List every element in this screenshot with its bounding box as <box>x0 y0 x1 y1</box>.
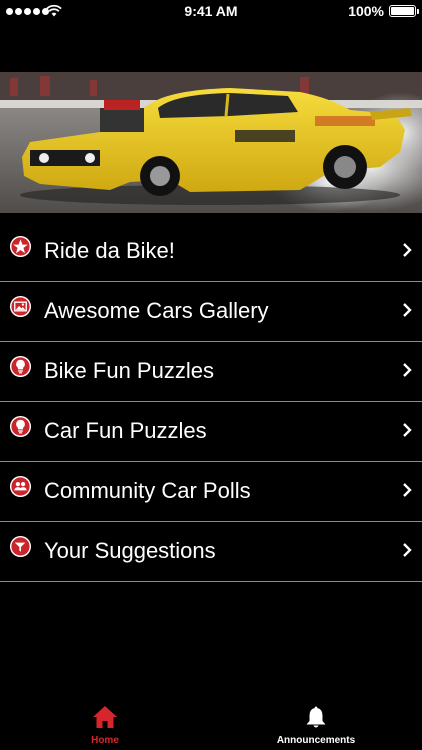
chevron-right-icon <box>403 303 412 317</box>
chevron-right-icon <box>403 243 412 257</box>
lightbulb-icon <box>9 355 32 378</box>
tab-home-label: Home <box>91 735 119 746</box>
menu-item-label: Ride da Bike! <box>44 238 175 263</box>
menu-item-community-car-polls[interactable]: Community Car Polls <box>0 462 422 522</box>
tab-home[interactable]: Home <box>70 696 140 750</box>
chevron-right-icon <box>403 483 412 497</box>
menu-item-awesome-cars-gallery[interactable]: Awesome Cars Gallery <box>0 282 422 342</box>
home-icon <box>93 706 117 728</box>
menu-item-label: Your Suggestions <box>44 538 216 563</box>
tab-announcements-label: Announcements <box>276 735 356 746</box>
menu-item-ride-da-bike[interactable]: Ride da Bike! <box>0 222 422 282</box>
battery-icon <box>389 5 419 17</box>
menu-item-car-fun-puzzles[interactable]: Car Fun Puzzles <box>0 402 422 462</box>
menu-item-your-suggestions[interactable]: Your Suggestions <box>0 522 422 582</box>
chevron-right-icon <box>403 543 412 557</box>
menu-item-label: Bike Fun Puzzles <box>44 358 214 383</box>
battery-percentage: 100% <box>348 3 384 19</box>
chevron-right-icon <box>403 423 412 437</box>
megaphone-icon <box>9 535 32 558</box>
hero-image <box>0 72 422 213</box>
gallery-icon <box>9 295 32 318</box>
star-icon <box>9 235 32 258</box>
menu-item-label: Awesome Cars Gallery <box>44 298 269 323</box>
main-menu: Ride da Bike! Awesome Cars Gallery Bike … <box>0 222 422 582</box>
lightbulb-icon <box>9 415 32 438</box>
group-icon <box>9 475 32 498</box>
bell-icon <box>306 706 326 728</box>
menu-item-label: Community Car Polls <box>44 478 251 503</box>
menu-item-label: Car Fun Puzzles <box>44 418 207 443</box>
tab-announcements[interactable]: Announcements <box>266 696 366 750</box>
chevron-right-icon <box>403 363 412 377</box>
menu-item-bike-fun-puzzles[interactable]: Bike Fun Puzzles <box>0 342 422 402</box>
status-bar: 9:41 AM 100% <box>0 0 422 24</box>
tab-bar: Home Announcements <box>0 696 422 750</box>
